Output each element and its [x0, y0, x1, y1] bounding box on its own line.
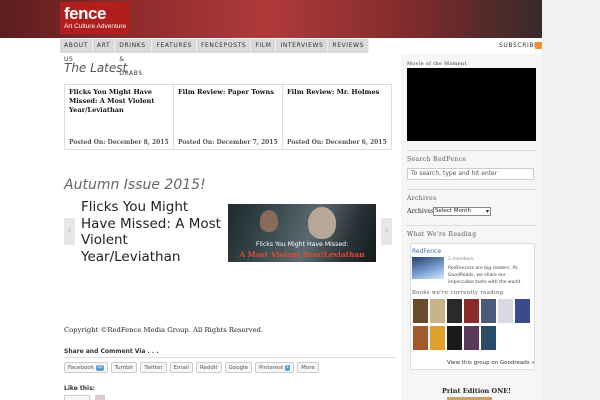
latest-card[interactable]: Flicks You Might Have Missed: A Most Vio… — [64, 84, 174, 150]
book-cover[interactable] — [515, 299, 530, 323]
book-cover[interactable] — [481, 299, 496, 323]
main-nav: ABOUT US ART DRINKS & DRABS FEATURES FEN… — [60, 39, 369, 77]
nav-item-fenceposts[interactable]: FENCEPOSTS — [197, 39, 252, 53]
goodreads-group-name[interactable]: RedFence — [412, 248, 441, 255]
book-cover[interactable] — [413, 326, 428, 350]
latest-card-title[interactable]: Film Review: Mr. Holmes — [287, 88, 388, 97]
share-count-badge: 50 — [95, 364, 104, 371]
slide-image[interactable]: Flicks You Might Have Missed: A Most Vio… — [228, 204, 376, 262]
search-input[interactable]: To search, type and hit enter — [407, 168, 534, 180]
share-twitter-button[interactable]: Twitter — [140, 362, 167, 373]
archives-heading: Archives — [407, 195, 437, 202]
sidebar-divider — [407, 225, 536, 226]
latest-card-date: Posted On: December 8, 2015 — [69, 139, 169, 146]
archives-label: Archives — [407, 208, 435, 215]
slider-next-button[interactable]: › — [381, 218, 392, 245]
copyright-text: Copyright ©RedFence Media Group. All Rig… — [64, 326, 264, 334]
latest-heading: The Latest — [64, 61, 128, 75]
slide-caption-line1: Flicks You Might Have Missed: — [255, 241, 349, 248]
slider-prev-button[interactable]: ‹ — [64, 218, 75, 245]
book-cover[interactable] — [413, 299, 428, 323]
video-player[interactable] — [407, 68, 536, 141]
nav-item-interviews[interactable]: INTERVIEWS — [276, 39, 329, 53]
book-cover[interactable] — [447, 299, 462, 323]
book-cover[interactable] — [430, 326, 445, 350]
latest-card[interactable]: Film Review: Paper Towns Posted On: Dece… — [173, 84, 283, 150]
share-email-button[interactable]: Email — [169, 362, 193, 373]
logo-tagline: Art Culture Adventure — [64, 23, 127, 30]
nav-item-film[interactable]: FILM — [251, 39, 277, 53]
slide-figure-right — [308, 207, 336, 239]
search-heading: Search RedFence — [407, 156, 467, 163]
issue-heading: Autumn Issue 2015! — [64, 177, 206, 193]
goodreads-group-link[interactable]: View this group on Goodreads » — [447, 360, 535, 366]
goodreads-description: RedFencers are big readers. At GoodReads… — [448, 266, 522, 285]
like-button[interactable] — [64, 395, 90, 400]
latest-card-title[interactable]: Film Review: Paper Towns — [178, 88, 279, 97]
slide-caption-line2: A Most Violent Year/Leviathan — [239, 250, 365, 259]
liker-avatar[interactable] — [95, 395, 105, 400]
nav-item-features[interactable]: FEATURES — [152, 39, 197, 53]
nav-item-drinks-drabs[interactable]: DRINKS & DRABS — [115, 39, 153, 77]
book-cover[interactable] — [430, 299, 445, 323]
book-cover[interactable] — [464, 299, 479, 323]
book-cover[interactable] — [464, 326, 479, 350]
goodreads-books-heading: Books we're currently reading — [412, 290, 504, 296]
share-facebook-button[interactable]: Facebook 50 — [64, 362, 108, 373]
site-logo[interactable]: fence Art Culture Adventure — [60, 2, 130, 34]
share-tumblr-button[interactable]: Tumblr — [110, 362, 138, 373]
share-google-button[interactable]: Google — [224, 362, 252, 373]
book-cover[interactable] — [498, 299, 513, 323]
subscribe-link[interactable]: SUBSCRIBE — [499, 42, 538, 49]
sidebar-divider — [407, 150, 536, 151]
nav-item-about-us[interactable]: ABOUT US — [60, 39, 93, 63]
rss-icon[interactable] — [535, 42, 542, 49]
latest-card-date: Posted On: December 6, 2015 — [287, 139, 387, 146]
share-divider — [64, 357, 396, 358]
book-cover[interactable] — [481, 326, 496, 350]
share-pinterest-button[interactable]: Pinterest 1 — [254, 362, 295, 373]
page-right-gutter — [542, 0, 600, 400]
share-more-button[interactable]: More — [297, 362, 319, 373]
latest-card[interactable]: Film Review: Mr. Holmes Posted On: Decem… — [282, 84, 392, 150]
sidebar-divider — [407, 189, 536, 190]
share-reddit-button[interactable]: Reddit — [195, 362, 222, 373]
share-heading: Share and Comment Via . . . — [64, 348, 159, 355]
archives-select[interactable]: Select Month — [433, 207, 491, 216]
slide-figure-left — [260, 210, 278, 232]
nav-item-reviews[interactable]: REVIEWS — [328, 39, 369, 53]
movie-heading: Movie of the Moment — [407, 62, 467, 67]
share-count-badge: 1 — [285, 364, 291, 371]
latest-card-title[interactable]: Flicks You Might Have Missed: A Most Vio… — [69, 88, 170, 115]
slide-title[interactable]: Flicks You Might Have Missed: A Most Vio… — [81, 199, 221, 265]
share-buttons: Facebook 50 Tumblr Twitter Email Reddit G… — [64, 362, 319, 373]
like-heading: Like this: — [64, 385, 96, 392]
latest-card-date: Posted On: December 7, 2015 — [178, 139, 278, 146]
nav-item-art[interactable]: ART — [93, 39, 116, 53]
logo-word: fence — [64, 4, 106, 23]
reading-heading: What We're Reading — [407, 231, 477, 238]
print-edition-heading: Print Edition ONE! — [442, 387, 511, 395]
goodreads-members[interactable]: 2 members — [448, 257, 474, 262]
goodreads-group-avatar[interactable] — [412, 257, 444, 279]
book-cover[interactable] — [447, 326, 462, 350]
